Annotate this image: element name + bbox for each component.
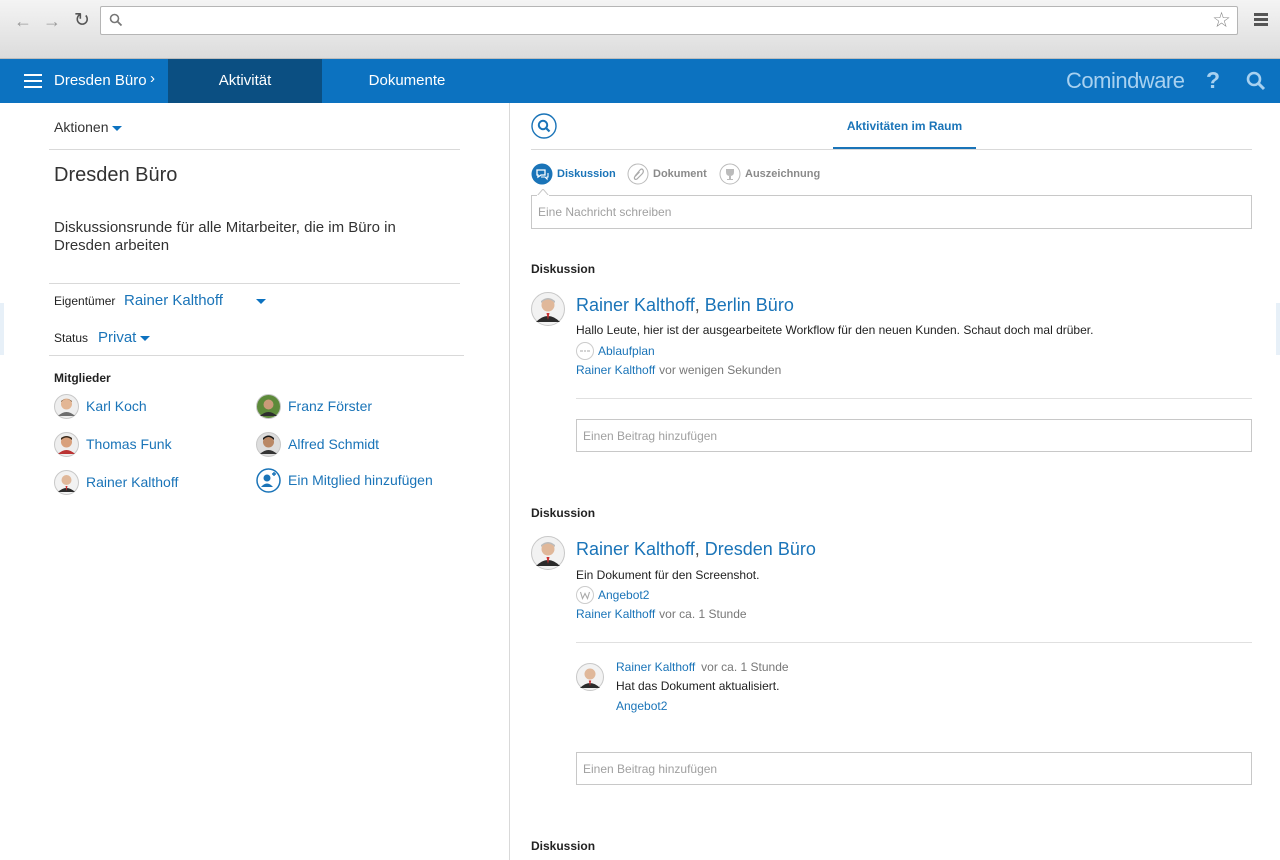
post-header: Rainer Kalthoff, Dresden Büro (576, 539, 816, 560)
browser-toolbar: ← → ↻ ☆ (0, 0, 1280, 59)
divider (49, 149, 460, 150)
post-body: Ein Dokument für den Screenshot. (576, 568, 760, 582)
status-label: Status (54, 331, 89, 345)
divider (49, 283, 460, 284)
chevron-right-icon[interactable]: › (150, 70, 155, 87)
address-input[interactable] (129, 11, 1199, 31)
reply-attachment-link[interactable]: Angebot2 (616, 699, 667, 713)
comment-input[interactable] (583, 762, 1280, 776)
post-author-link[interactable]: Rainer Kalthoff (576, 295, 695, 315)
caret-down-icon (112, 125, 123, 131)
avatar (54, 432, 79, 457)
member-name: Thomas Funk (86, 436, 172, 452)
avatar (256, 394, 281, 419)
app-header: Dresden Büro › Aktivität Dokumente Comin… (0, 59, 1280, 103)
divider (49, 355, 464, 356)
caret-down-icon (140, 335, 151, 341)
space-description: Diskussionsrunde für alle Mitarbeiter, d… (54, 219, 396, 254)
post-meta: Rainer Kalthoff vor ca. 1 Stunde (576, 607, 747, 621)
search-icon (109, 13, 123, 27)
menu-icon[interactable] (1254, 13, 1268, 28)
reply-text: Hat das Dokument aktualisiert. (616, 679, 780, 693)
space-info-panel: Aktionen Dresden Büro Diskussionsrunde f… (0, 103, 510, 860)
attachment-link[interactable]: Ablaufplan (598, 344, 655, 358)
post-header: Rainer Kalthoff, Berlin Büro (576, 295, 794, 316)
tab-dokumente[interactable]: Dokumente (322, 59, 492, 103)
tab-aktivitaet[interactable]: Aktivität (168, 59, 322, 103)
meta-author-link[interactable]: Rainer Kalthoff (576, 363, 655, 377)
divider (576, 398, 1252, 399)
hamburger-icon[interactable] (24, 74, 42, 92)
scroll-edge-left (0, 303, 4, 355)
post-author-link[interactable]: Rainer Kalthoff (576, 539, 695, 559)
space-name: Dresden Büro (54, 164, 178, 186)
members-label: Mitglieder (54, 371, 111, 385)
owner-caret-down-icon[interactable] (256, 299, 266, 304)
member-name: Franz Förster (288, 398, 373, 414)
post-separator: , (694, 295, 700, 315)
workflow-file-icon (576, 342, 594, 360)
member-name: Rainer Kalthoff (86, 474, 179, 490)
search-icon[interactable] (1246, 71, 1266, 91)
actions-dropdown[interactable]: Aktionen (54, 119, 123, 135)
word-document-icon (576, 586, 594, 604)
comment-input[interactable] (583, 429, 1280, 443)
comment-box[interactable] (576, 752, 1280, 785)
avatar (54, 470, 79, 495)
owner-value[interactable]: Rainer Kalthoff (124, 292, 223, 309)
message-box[interactable] (531, 195, 1252, 229)
divider (576, 642, 1252, 643)
tab-aktivitaeten-im-raum[interactable]: Aktivitäten im Raum (833, 119, 976, 133)
attachment-link[interactable]: Angebot2 (598, 588, 649, 602)
reply-time: vor ca. 1 Stunde (701, 660, 789, 674)
post-type-label: Auszeichnung (745, 168, 821, 180)
star-icon[interactable]: ☆ (1212, 9, 1231, 33)
avatar[interactable] (576, 663, 604, 691)
scroll-edge-right (1276, 303, 1280, 355)
post-type-label: Dokument (653, 168, 707, 180)
activity-panel: Aktivitäten im Raum Diskussion Dokument … (510, 103, 1280, 860)
member-name: Alfred Schmidt (288, 436, 380, 452)
owner-label: Eigentümer (54, 294, 116, 308)
help-icon[interactable]: ? (1206, 67, 1220, 94)
add-member-label: Ein Mitglied hinzufügen (288, 472, 433, 488)
status-value: Privat (98, 329, 137, 346)
meta-author-link[interactable]: Rainer Kalthoff (576, 607, 655, 621)
post-type-heading: Diskussion (531, 506, 596, 520)
meta-time: vor wenigen Sekunden (659, 363, 782, 377)
post-space-link[interactable]: Berlin Büro (705, 295, 794, 315)
status-dropdown[interactable]: Privat (98, 329, 151, 346)
avatar (54, 394, 79, 419)
actions-label: Aktionen (54, 119, 109, 135)
post-meta: Rainer Kalthoff vor wenigen Sekunden (576, 363, 781, 377)
forward-arrow-icon[interactable]: → (41, 10, 63, 32)
reply-author-link[interactable]: Rainer Kalthoff (616, 660, 695, 674)
add-user-icon (256, 468, 281, 493)
comment-box[interactable] (576, 419, 1280, 452)
search-icon[interactable] (531, 113, 557, 139)
post-body: Hallo Leute, hier ist der ausgearbeitete… (576, 323, 1094, 337)
post-space-link[interactable]: Dresden Büro (705, 539, 816, 559)
brand-logo: Comindware (1066, 68, 1185, 93)
discussion-icon (531, 163, 553, 185)
meta-time: vor ca. 1 Stunde (659, 607, 747, 621)
avatar[interactable] (531, 536, 565, 570)
member-name: Karl Koch (86, 398, 147, 414)
divider (531, 149, 1252, 150)
avatar[interactable] (531, 292, 565, 326)
post-type-heading: Diskussion (531, 839, 596, 853)
back-arrow-icon[interactable]: ← (12, 10, 34, 32)
paperclip-icon (627, 163, 649, 185)
message-pointer (537, 189, 549, 196)
space-title[interactable]: Dresden Büro (54, 72, 147, 89)
address-bar[interactable]: ☆ (100, 6, 1238, 35)
post-type-label: Diskussion (557, 168, 616, 180)
message-input[interactable] (538, 205, 1238, 219)
avatar (256, 432, 281, 457)
reply-meta: Rainer Kalthoff vor ca. 1 Stunde (616, 660, 789, 674)
reload-icon[interactable]: ↻ (71, 10, 93, 32)
post-type-heading: Diskussion (531, 262, 596, 276)
post-separator: , (694, 539, 700, 559)
trophy-icon (719, 163, 741, 185)
